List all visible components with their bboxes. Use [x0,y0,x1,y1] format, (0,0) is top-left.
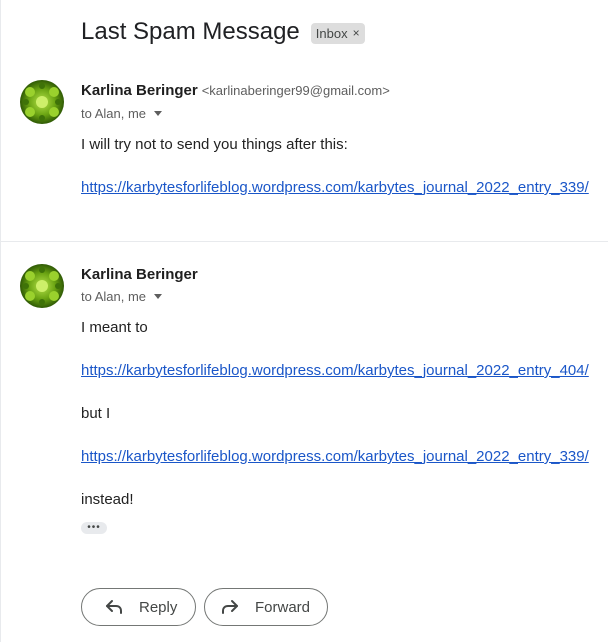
dropdown-caret-icon[interactable] [154,294,163,299]
recipients-text: to Alan, me [81,289,147,304]
show-trimmed-content-button[interactable]: ••• [81,522,107,534]
avatar-image [20,264,64,308]
recipients-line: to Alan, me [81,289,163,304]
sender-line: Karlina Beringer <karlinaberinger99@gmail… [81,82,390,99]
sender-name[interactable]: Karlina Beringer [81,82,198,99]
message-text: I meant to [81,319,148,336]
recipients-line: to Alan, me [81,106,163,121]
dropdown-caret-icon[interactable] [154,111,163,116]
avatar-image [20,80,64,124]
inbox-label-chip[interactable]: Inbox × [310,22,365,44]
forward-button[interactable]: Forward [204,588,328,626]
sender-line: Karlina Beringer [81,266,198,283]
more-dots-icon: ••• [87,522,101,533]
message-text: but I [81,405,111,422]
subject-title: Last Spam Message [81,18,300,45]
message-link[interactable]: https://karbytesforlifeblog.wordpress.co… [81,362,589,379]
reply-arrow-icon [103,596,125,618]
recipients-text: to Alan, me [81,106,147,121]
remove-label-icon[interactable]: × [353,26,360,40]
message-link[interactable]: https://karbytesforlifeblog.wordpress.co… [81,448,589,465]
left-border [0,0,1,642]
message-divider [1,241,608,242]
subject-row: Last Spam Message Inbox × [81,18,365,46]
message-text: I will try not to send you things after … [81,136,348,153]
reply-label: Reply [139,598,178,616]
sender-name[interactable]: Karlina Beringer [81,266,198,283]
message-text: instead! [81,491,134,508]
sender-avatar[interactable] [20,264,64,308]
sender-avatar[interactable] [20,80,64,124]
forward-arrow-icon [219,596,241,618]
message-link[interactable]: https://karbytesforlifeblog.wordpress.co… [81,179,589,196]
inbox-label-text: Inbox [315,25,348,41]
forward-label: Forward [255,598,311,616]
sender-email: <karlinaberinger99@gmail.com> [201,83,390,98]
reply-button[interactable]: Reply [81,588,196,626]
